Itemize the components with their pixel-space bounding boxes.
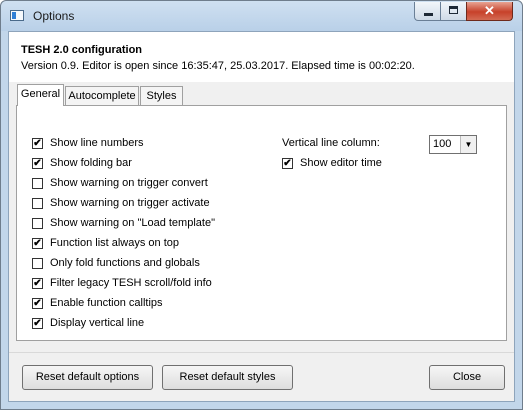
header-area: TESH 2.0 configuration Version 0.9. Edit… — [9, 32, 514, 82]
tab-general[interactable]: General — [17, 84, 64, 106]
option-checkbox[interactable] — [32, 178, 43, 189]
option-checkbox-row[interactable]: ✔ Display vertical line — [32, 317, 262, 332]
show-editor-time-checkbox[interactable]: ✔ — [282, 158, 293, 169]
close-button[interactable]: Close — [429, 365, 505, 390]
option-checkbox[interactable]: ✔ — [32, 298, 43, 309]
show-editor-time-checkbox-row[interactable]: ✔ Show editor time — [282, 157, 402, 172]
close-icon: ✕ — [484, 3, 495, 18]
option-checkbox-row[interactable]: ✔ Enable function calltips — [32, 297, 262, 312]
option-checkbox-row[interactable]: ✔ Function list always on top — [32, 237, 262, 252]
vertical-line-column-value: 100 — [433, 138, 452, 150]
vertical-line-column-select[interactable]: 100 ▼ — [429, 135, 477, 154]
vertical-line-column-label: Vertical line column: — [282, 137, 380, 149]
option-label: Function list always on top — [50, 237, 180, 249]
option-label: Show warning on trigger activate — [50, 197, 210, 209]
option-label: Show warning on trigger convert — [50, 177, 208, 189]
option-label: Enable function calltips — [50, 297, 163, 309]
option-checkbox-row[interactable]: Show warning on "Load template" — [32, 217, 262, 232]
option-checkbox-row[interactable]: ✔ Show folding bar — [32, 157, 262, 172]
maximize-button[interactable] — [440, 2, 467, 21]
option-checkbox[interactable] — [32, 258, 43, 269]
app-icon — [10, 10, 24, 21]
option-label: Show warning on "Load template" — [50, 217, 215, 229]
option-checkbox[interactable]: ✔ — [32, 238, 43, 249]
option-checkbox-row[interactable]: ✔ Filter legacy TESH scroll/fold info — [32, 277, 262, 292]
option-checkbox-row[interactable]: Show warning on trigger activate — [32, 197, 262, 212]
option-checkbox-row[interactable]: ✔ Show line numbers — [32, 137, 262, 152]
option-checkbox[interactable]: ✔ — [32, 138, 43, 149]
title-bar[interactable]: Options ✕ — [1, 1, 522, 31]
tab-styles[interactable]: Styles — [140, 86, 183, 106]
reset-default-options-button[interactable]: Reset default options — [22, 365, 153, 390]
minimize-button[interactable] — [414, 2, 441, 21]
option-checkbox[interactable]: ✔ — [32, 158, 43, 169]
button-separator — [9, 352, 514, 353]
option-checkbox-row[interactable]: Show warning on trigger convert — [32, 177, 262, 192]
option-checkbox[interactable]: ✔ — [32, 318, 43, 329]
reset-default-styles-button[interactable]: Reset default styles — [162, 365, 293, 390]
option-label: Filter legacy TESH scroll/fold info — [50, 277, 212, 289]
version-info: Version 0.9. Editor is open since 16:35:… — [21, 60, 415, 72]
option-checkbox[interactable]: ✔ — [32, 278, 43, 289]
option-label: Only fold functions and globals — [50, 257, 200, 269]
option-label: Show folding bar — [50, 157, 132, 169]
close-window-button[interactable]: ✕ — [466, 2, 513, 21]
config-title: TESH 2.0 configuration — [21, 44, 143, 56]
option-checkbox[interactable] — [32, 198, 43, 209]
dropdown-arrow-icon[interactable]: ▼ — [460, 136, 476, 153]
option-label: Display vertical line — [50, 317, 145, 329]
tab-autocomplete[interactable]: Autocomplete — [65, 86, 139, 106]
option-checkbox[interactable] — [32, 218, 43, 229]
option-label: Show line numbers — [50, 137, 144, 149]
dialog-client-area: TESH 2.0 configuration Version 0.9. Edit… — [8, 31, 515, 402]
show-editor-time-label: Show editor time — [300, 157, 382, 169]
options-window: Options ✕ TESH 2.0 configuration Version… — [0, 0, 523, 410]
option-checkbox-row[interactable]: Only fold functions and globals — [32, 257, 262, 272]
window-title: Options — [33, 9, 75, 23]
